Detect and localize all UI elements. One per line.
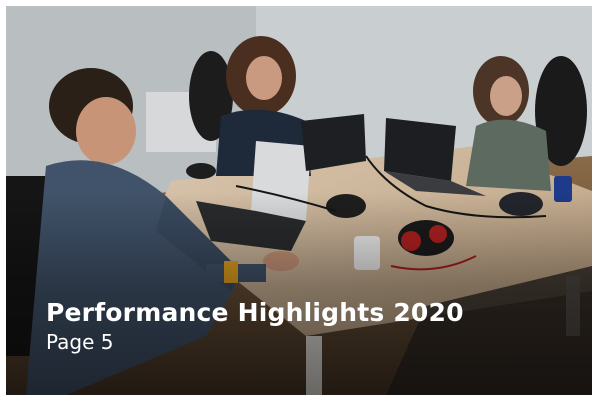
caption: Performance Highlights 2020 Page 5 <box>46 296 464 354</box>
slide-card: Performance Highlights 2020 Page 5 <box>6 6 592 395</box>
slide-title: Performance Highlights 2020 <box>46 298 464 327</box>
page-label: Page 5 <box>46 330 114 354</box>
